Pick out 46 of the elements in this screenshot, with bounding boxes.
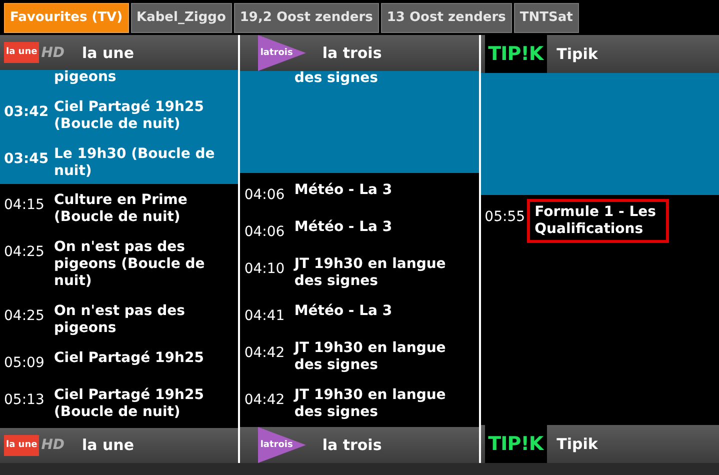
program-time: 04:15: [4, 197, 44, 214]
channel-name: Tipik: [556, 435, 598, 453]
program-time: 05:55: [484, 208, 526, 224]
channel-name: la trois: [322, 436, 382, 454]
program-title[interactable]: Formule 1 - Les Qualifications: [526, 198, 669, 242]
program-time: 04:25: [4, 308, 44, 324]
program-title[interactable]: Météo - La 3: [294, 302, 392, 320]
tab[interactable]: 13 Oost zenders: [380, 3, 512, 33]
program-time: 03:42: [4, 104, 49, 120]
channel-logo-hd: HD: [41, 437, 65, 454]
program-title[interactable]: On n'est pas des pigeons: [54, 303, 228, 338]
channel-name: la une: [82, 44, 134, 62]
program-time: 04:42: [244, 392, 285, 408]
channel-logo: TIP!K: [484, 425, 547, 463]
program-time: 04:42: [244, 344, 285, 360]
channel-name: la trois: [322, 44, 382, 62]
channel-logo: TIP!K: [484, 35, 547, 73]
program-time: 05:13: [4, 392, 44, 408]
channel-logo: la une: [4, 434, 40, 456]
channel-logo: la une: [4, 42, 40, 64]
tab[interactable]: TNTSat: [514, 3, 579, 33]
program-time: 04:25: [4, 244, 44, 260]
program-title[interactable]: JT 19h30 en langue des signes: [294, 340, 469, 374]
program-title[interactable]: des signes: [294, 71, 378, 86]
channel-name: Tipik: [556, 45, 598, 63]
channel-logo-hd: HD: [41, 44, 65, 61]
program-title[interactable]: JT 19h30 en langue des signes: [294, 386, 469, 420]
program-title[interactable]: JT 19h30 en langue des signes: [294, 256, 469, 290]
program-time: 04:06: [244, 186, 285, 202]
tab[interactable]: Kabel_Ziggo: [130, 3, 232, 33]
channel-name: la une: [82, 436, 134, 454]
program-time: 04:41: [244, 308, 285, 324]
program-title[interactable]: Le 19h30 (Boucle de nuit): [54, 146, 228, 180]
program-title[interactable]: On n'est pas des pigeons (Boucle de nuit): [54, 239, 228, 290]
program-title[interactable]: Ciel Partagé 19h25: [54, 350, 204, 368]
program-title[interactable]: Ciel Partagé 19h25 (Boucle de nuit): [54, 98, 228, 133]
program-title[interactable]: Météo - La 3: [294, 218, 392, 236]
program-time: 04:10: [244, 260, 285, 276]
program-title[interactable]: Culture en Prime (Boucle de nuit): [54, 192, 228, 226]
program-time: 04:06: [244, 224, 285, 240]
program-title[interactable]: Ciel Partagé 19h25 (Boucle de nuit): [54, 387, 228, 422]
program-title[interactable]: Météo - La 3: [294, 182, 392, 198]
program-time: 05:09: [4, 355, 44, 372]
program-time: 03:45: [4, 150, 49, 167]
program-title[interactable]: pigeons: [54, 70, 116, 86]
tab[interactable]: 19,2 Oost zenders: [234, 3, 379, 33]
